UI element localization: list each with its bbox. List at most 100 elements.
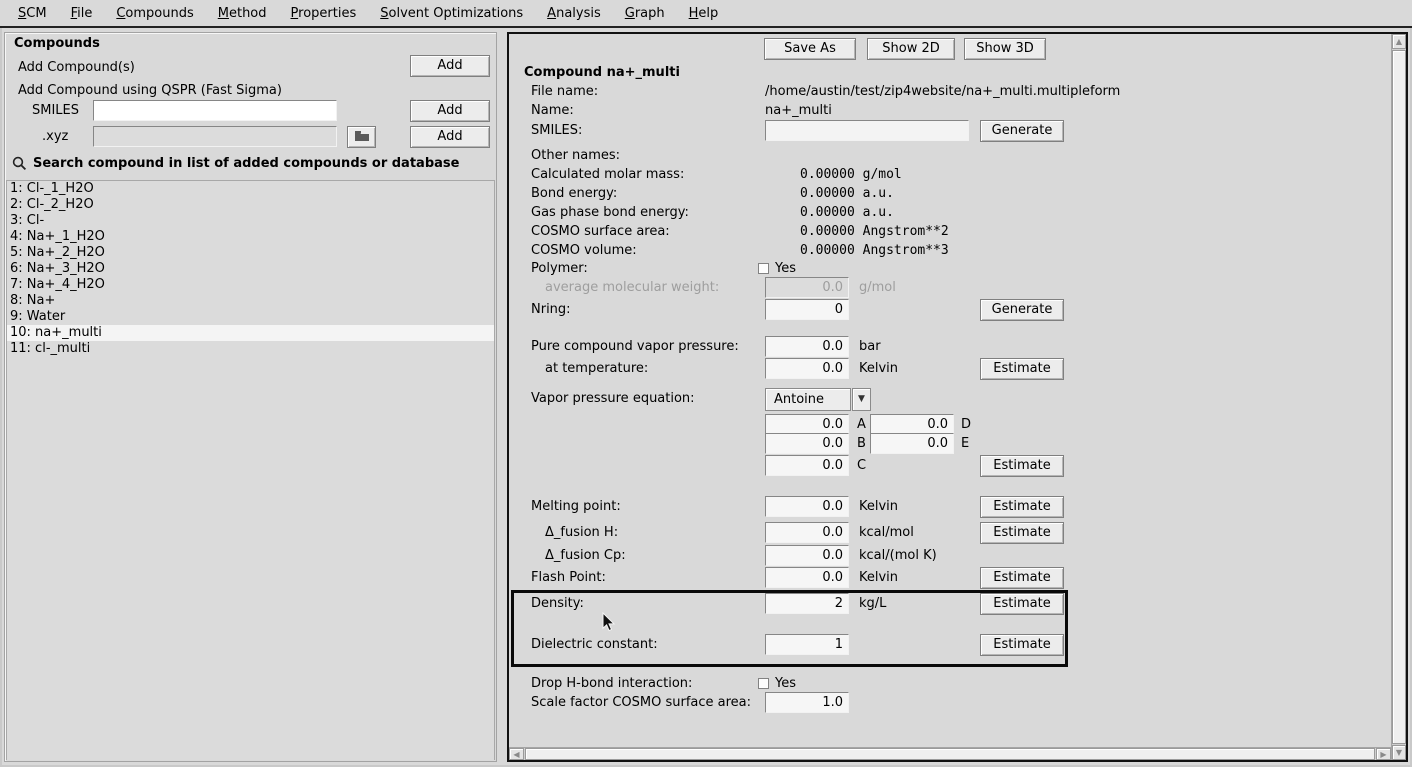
bond-energy-value: 0.00000 a.u. <box>800 186 894 201</box>
at-temperature-label: at temperature: <box>545 361 648 376</box>
list-item[interactable]: 4: Na+_1_H2O <box>7 229 494 245</box>
dielectric-input[interactable] <box>765 634 849 655</box>
gas-bond-energy-label: Gas phase bond energy: <box>531 205 689 220</box>
melting-point-row: Melting point: Kelvin Estimate <box>521 496 1373 519</box>
coeff-e-label: E <box>961 436 969 451</box>
vertical-scrollbar[interactable]: ▲ ▼ <box>1391 34 1406 760</box>
flash-point-row: Flash Point: Kelvin Estimate <box>521 567 1373 590</box>
list-item[interactable]: 6: Na+_3_H2O <box>7 261 494 277</box>
estimate-coeffs-button[interactable]: Estimate <box>980 455 1064 477</box>
browse-xyz-button[interactable] <box>347 126 376 148</box>
scale-factor-input[interactable] <box>765 692 849 713</box>
generate-smiles-button[interactable]: Generate <box>980 120 1064 142</box>
name-value: na+_multi <box>765 103 832 118</box>
horizontal-scroll-thumb[interactable] <box>525 748 1375 760</box>
compound-list[interactable]: 1: Cl-_1_H2O2: Cl-_2_H2O3: Cl-4: Na+_1_H… <box>6 180 495 760</box>
vapor-pressure-input[interactable] <box>765 336 849 357</box>
smiles-row: SMILES: Generate <box>521 120 1373 143</box>
fusion-h-label: Δ_fusion H: <box>545 525 618 540</box>
estimate-melting-point-button[interactable]: Estimate <box>980 496 1064 518</box>
coeff-d-input[interactable] <box>870 414 954 435</box>
vertical-scroll-thumb[interactable] <box>1392 50 1406 744</box>
gas-bond-energy-value: 0.00000 a.u. <box>800 205 894 220</box>
menu-graph[interactable]: Graph <box>615 4 675 23</box>
add-compounds-label: Add Compound(s) <box>18 60 135 75</box>
coeff-b-label: B <box>857 436 866 451</box>
scroll-left-button[interactable]: ◀ <box>509 748 524 760</box>
vapor-pressure-row: Pure compound vapor pressure: bar <box>521 336 1373 359</box>
menu-compounds[interactable]: Compounds <box>106 4 203 23</box>
scroll-up-button[interactable]: ▲ <box>1392 34 1406 49</box>
melting-point-input[interactable] <box>765 496 849 517</box>
generate-nring-button[interactable]: Generate <box>980 299 1064 321</box>
detail-title: Compound na+_multi <box>524 65 680 80</box>
menu-file[interactable]: File <box>61 4 103 23</box>
scroll-right-button[interactable]: ▶ <box>1376 748 1391 760</box>
estimate-dielectric-button[interactable]: Estimate <box>980 634 1064 656</box>
coeff-a-input[interactable] <box>765 414 849 435</box>
estimate-fusion-h-button[interactable]: Estimate <box>980 522 1064 544</box>
menu-analysis[interactable]: Analysis <box>537 4 611 23</box>
list-item[interactable]: 10: na+_multi <box>7 325 494 341</box>
file-name-value: /home/austin/test/zip4website/na+_multi.… <box>765 84 1120 99</box>
coeff-e-input[interactable] <box>870 433 954 454</box>
list-item[interactable]: 9: Water <box>7 309 494 325</box>
estimate-flash-point-button[interactable]: Estimate <box>980 567 1064 589</box>
xyz-input[interactable] <box>93 126 337 147</box>
fusion-h-input[interactable] <box>765 522 849 543</box>
vp-equation-label: Vapor pressure equation: <box>531 391 695 406</box>
nring-row: Nring: Generate <box>521 299 1373 322</box>
add-xyz-button[interactable]: Add <box>410 126 490 148</box>
add-smiles-button[interactable]: Add <box>410 100 490 122</box>
qspr-label: Add Compound using QSPR (Fast Sigma) <box>18 83 282 98</box>
avg-mol-weight-input[interactable] <box>765 277 849 298</box>
estimate-vapor-pressure-button[interactable]: Estimate <box>980 358 1064 380</box>
show-2d-button[interactable]: Show 2D <box>867 38 955 60</box>
list-item[interactable]: 1: Cl-_1_H2O <box>7 181 494 197</box>
list-item[interactable]: 7: Na+_4_H2O <box>7 277 494 293</box>
molar-mass-label: Calculated molar mass: <box>531 167 684 182</box>
density-unit: kg/L <box>859 596 886 611</box>
list-item[interactable]: 5: Na+_2_H2O <box>7 245 494 261</box>
list-item[interactable]: 3: Cl- <box>7 213 494 229</box>
scale-factor-row: Scale factor COSMO surface area: <box>521 692 1373 715</box>
menu-help[interactable]: Help <box>679 4 729 23</box>
menu-properties[interactable]: Properties <box>281 4 367 23</box>
nring-input[interactable] <box>765 299 849 320</box>
scroll-right-icon: ▶ <box>1380 750 1386 759</box>
smiles-input[interactable] <box>93 100 337 121</box>
avg-mol-weight-label: average molecular weight: <box>545 280 719 295</box>
coeff-c-input[interactable] <box>765 455 849 476</box>
fusion-cp-label: Δ_fusion Cp: <box>545 548 626 563</box>
at-temperature-input[interactable] <box>765 358 849 379</box>
menu-method[interactable]: Method <box>208 4 277 23</box>
drop-hbond-checkbox[interactable] <box>758 678 769 689</box>
show-3d-button[interactable]: Show 3D <box>964 38 1046 60</box>
horizontal-scrollbar[interactable]: ◀ ▶ <box>509 747 1391 760</box>
detail-smiles-input[interactable] <box>765 120 969 141</box>
detail-content: Save As Show 2D Show 3D Compound na+_mul… <box>509 34 1391 747</box>
save-as-button[interactable]: Save As <box>764 38 856 60</box>
coeff-b-input[interactable] <box>765 433 849 454</box>
vapor-pressure-unit: bar <box>859 339 881 354</box>
list-item[interactable]: 11: cl-_multi <box>7 341 494 357</box>
flash-point-input[interactable] <box>765 567 849 588</box>
menu-solvent-optimizations[interactable]: Solvent Optimizations <box>370 4 533 23</box>
coeff-be-row: B E <box>521 433 1373 456</box>
density-label: Density: <box>531 596 584 611</box>
fusion-cp-input[interactable] <box>765 545 849 566</box>
polymer-checkbox-label: Yes <box>775 261 796 276</box>
melting-point-label: Melting point: <box>531 499 621 514</box>
estimate-density-button[interactable]: Estimate <box>980 593 1064 615</box>
density-input[interactable] <box>765 593 849 614</box>
polymer-checkbox[interactable] <box>758 263 769 274</box>
dropdown-arrow-icon[interactable]: ▼ <box>852 388 871 411</box>
vp-equation-select[interactable]: Antoine <box>765 388 851 411</box>
smiles-label: SMILES <box>32 103 79 118</box>
list-item[interactable]: 2: Cl-_2_H2O <box>7 197 494 213</box>
list-item[interactable]: 8: Na+ <box>7 293 494 309</box>
search-row[interactable]: Search compound in list of added compoun… <box>7 153 494 179</box>
menu-scm[interactable]: SCM <box>8 4 57 23</box>
scroll-down-button[interactable]: ▼ <box>1392 745 1406 760</box>
add-compounds-button[interactable]: Add <box>410 55 490 77</box>
